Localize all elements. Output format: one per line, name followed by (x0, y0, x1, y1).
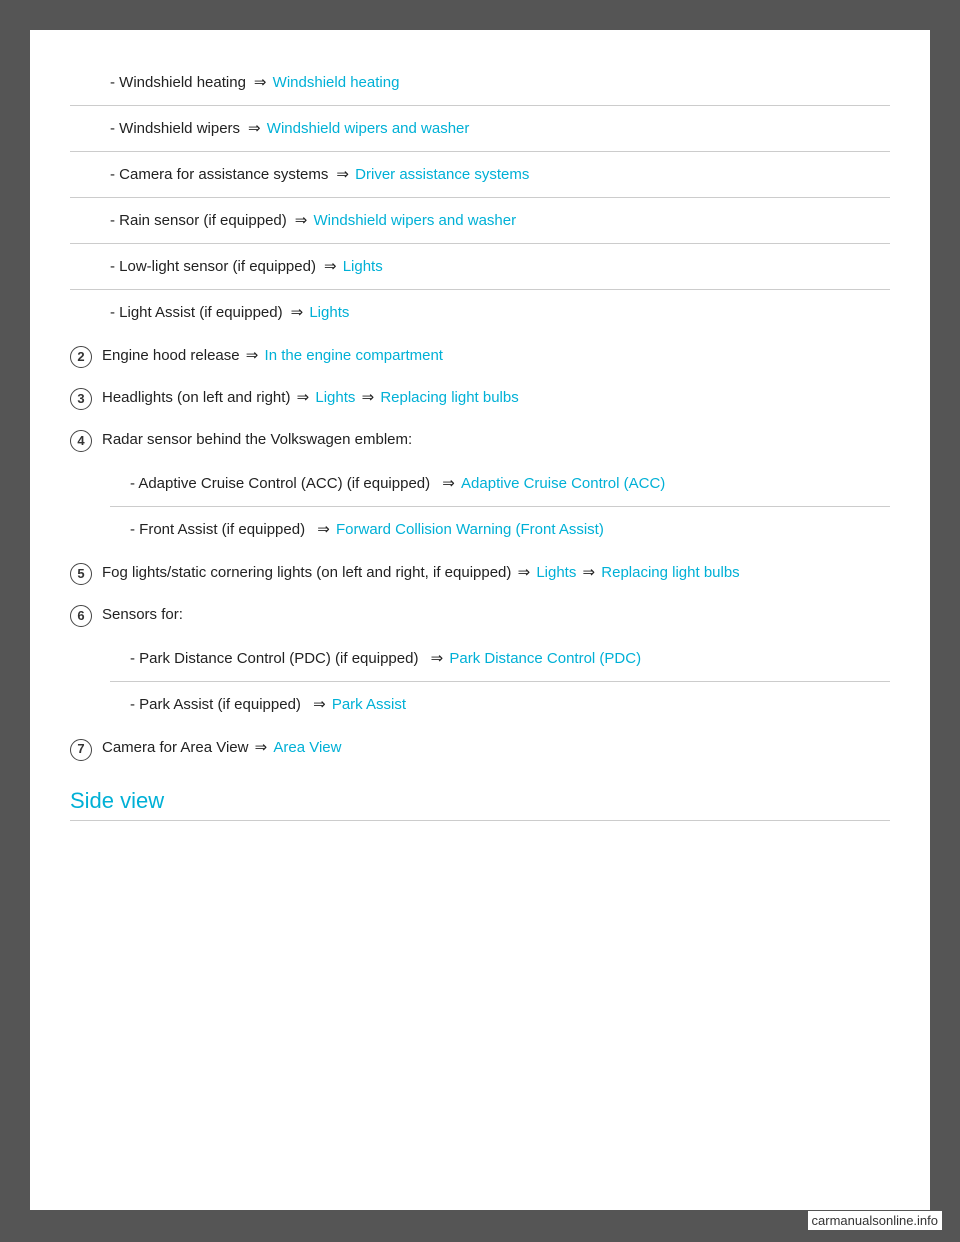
arrow-icon: ⇒ (246, 347, 259, 364)
arrow-icon: ⇒ (254, 72, 267, 93)
sub-list-4: - Adaptive Cruise Control (ACC) (if equi… (70, 461, 890, 552)
link-lights-5[interactable]: Lights (536, 564, 576, 581)
dash: - Front Assist (if equipped) (130, 519, 309, 540)
list-item: - Windshield wipers ⇒ Windshield wipers … (70, 106, 890, 152)
arrow-icon: ⇒ (255, 739, 268, 756)
arrow-icon: ⇒ (313, 694, 326, 715)
arrow-icon: ⇒ (442, 473, 455, 494)
section-title-side-view: Side view (70, 788, 890, 814)
arrow-icon: ⇒ (336, 164, 349, 185)
link-low-light[interactable]: Lights (343, 256, 383, 277)
dash: - Camera for assistance systems (110, 164, 328, 185)
arrow-icon: ⇒ (518, 564, 531, 581)
dash: - Rain sensor (if equipped) (110, 210, 287, 231)
link-replacing-bulbs-3[interactable]: Replacing light bulbs (380, 389, 518, 406)
list-item: - Rain sensor (if equipped) ⇒ Windshield… (70, 198, 890, 244)
dash: - Adaptive Cruise Control (ACC) (if equi… (130, 473, 434, 494)
link-replacing-bulbs-5[interactable]: Replacing light bulbs (601, 564, 739, 581)
arrow-icon: ⇒ (297, 389, 310, 406)
numbered-item-3: 3 Headlights (on left and right) ⇒ Light… (70, 377, 890, 419)
link-light-assist[interactable]: Lights (309, 302, 349, 323)
link-driver-assistance[interactable]: Driver assistance systems (355, 164, 529, 185)
link-park-assist[interactable]: Park Assist (332, 694, 406, 715)
circle-number-6: 6 (70, 605, 92, 627)
dash: - Park Distance Control (PDC) (if equipp… (130, 648, 423, 669)
arrow-icon: ⇒ (431, 648, 444, 669)
arrow-icon: ⇒ (317, 519, 330, 540)
watermark: carmanualsonline.info (808, 1211, 942, 1230)
item-5-text: Fog lights/static cornering lights (on l… (102, 562, 740, 583)
circle-number-4: 4 (70, 430, 92, 452)
circle-number-3: 3 (70, 388, 92, 410)
section-divider (70, 820, 890, 821)
dash: - Park Assist (if equipped) (130, 694, 305, 715)
link-windshield-heating[interactable]: Windshield heating (273, 72, 400, 93)
side-view-section: Side view (70, 788, 890, 821)
arrow-icon: ⇒ (295, 210, 308, 231)
link-acc[interactable]: Adaptive Cruise Control (ACC) (461, 473, 665, 494)
arrow-icon: ⇒ (324, 256, 337, 277)
dash: - Windshield heating (110, 72, 246, 93)
link-lights-3[interactable]: Lights (315, 389, 355, 406)
link-engine-compartment[interactable]: In the engine compartment (265, 347, 443, 364)
numbered-item-5: 5 Fog lights/static cornering lights (on… (70, 552, 890, 594)
arrow-icon: ⇒ (248, 118, 261, 139)
arrow-icon: ⇒ (583, 564, 596, 581)
page: - Windshield heating ⇒ Windshield heatin… (30, 30, 930, 1210)
list-item-front-assist: - Front Assist (if equipped) ⇒ Forward C… (110, 507, 890, 552)
list-item: - Light Assist (if equipped) ⇒ Lights (70, 290, 890, 335)
circle-number-5: 5 (70, 563, 92, 585)
list-item-park-assist: - Park Assist (if equipped) ⇒ Park Assis… (110, 682, 890, 727)
item-7-text: Camera for Area View ⇒ Area View (102, 737, 341, 758)
link-rain-sensor[interactable]: Windshield wipers and washer (314, 210, 517, 231)
item-4-text: Radar sensor behind the Volkswagen emble… (102, 429, 412, 450)
list-item: - Low-light sensor (if equipped) ⇒ Light… (70, 244, 890, 290)
list-item: - Camera for assistance systems ⇒ Driver… (70, 152, 890, 198)
dash: - Low-light sensor (if equipped) (110, 256, 316, 277)
circle-number-2: 2 (70, 346, 92, 368)
link-front-assist[interactable]: Forward Collision Warning (Front Assist) (336, 519, 604, 540)
list-item: - Windshield heating ⇒ Windshield heatin… (70, 60, 890, 106)
link-windshield-wipers[interactable]: Windshield wipers and washer (267, 118, 470, 139)
sub-list-6: - Park Distance Control (PDC) (if equipp… (70, 636, 890, 727)
dash: - Windshield wipers (110, 118, 240, 139)
item-2-text: Engine hood release ⇒ In the engine comp… (102, 345, 443, 366)
link-pdc[interactable]: Park Distance Control (PDC) (449, 648, 641, 669)
circle-number-7: 7 (70, 739, 92, 761)
numbered-item-6: 6 Sensors for: (70, 594, 890, 636)
item-3-text: Headlights (on left and right) ⇒ Lights … (102, 387, 519, 408)
numbered-item-2: 2 Engine hood release ⇒ In the engine co… (70, 335, 890, 377)
arrow-icon: ⇒ (362, 389, 375, 406)
list-item-pdc: - Park Distance Control (PDC) (if equipp… (110, 636, 890, 682)
sub-items-list: - Windshield heating ⇒ Windshield heatin… (70, 60, 890, 335)
numbered-item-4: 4 Radar sensor behind the Volkswagen emb… (70, 419, 890, 461)
link-area-view[interactable]: Area View (273, 739, 341, 756)
list-item-acc: - Adaptive Cruise Control (ACC) (if equi… (110, 461, 890, 507)
numbered-item-7: 7 Camera for Area View ⇒ Area View (70, 727, 890, 769)
dash: - Light Assist (if equipped) (110, 302, 283, 323)
item-6-text: Sensors for: (102, 604, 183, 625)
arrow-icon: ⇒ (291, 302, 304, 323)
